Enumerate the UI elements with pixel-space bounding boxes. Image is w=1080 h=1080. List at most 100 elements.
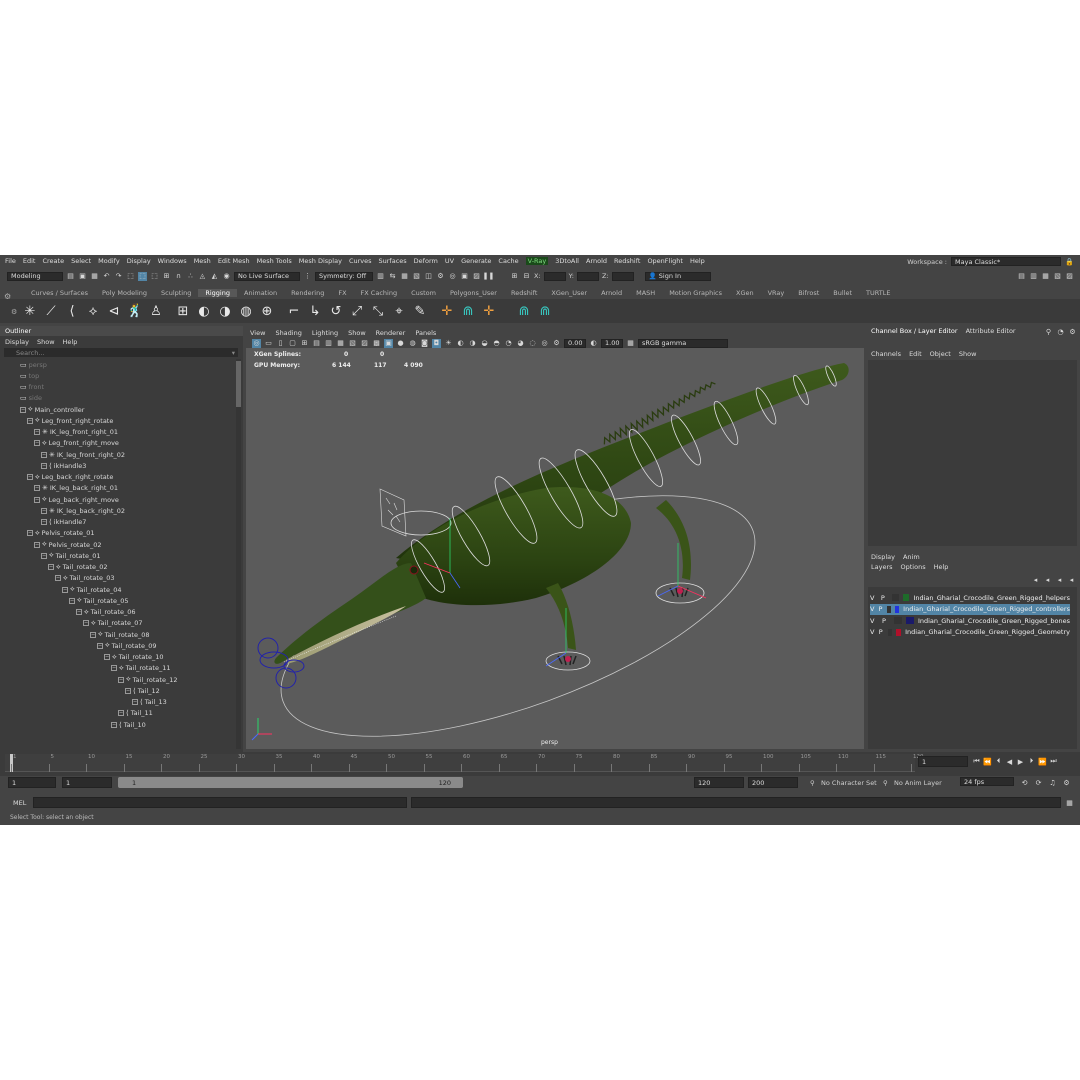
- antialiasing-icon[interactable]: ◓: [492, 339, 501, 348]
- input-output-icon[interactable]: ⇆: [388, 272, 397, 281]
- shelf-tab-animation[interactable]: Animation: [237, 289, 284, 297]
- y-field[interactable]: [576, 271, 599, 281]
- shelf-tab-bullet[interactable]: Bullet: [826, 289, 859, 297]
- motion-blur-icon[interactable]: ◒: [480, 339, 489, 348]
- command-language[interactable]: MEL: [13, 799, 26, 807]
- playback-toggle[interactable]: P: [882, 617, 890, 625]
- time-slider[interactable]: 1 5 10 15 20 25 30 35 40 45 50 55 60 65 70 75 80 85 90 95 10…: [0, 752, 1080, 776]
- expand-toggle-icon[interactable]: −: [41, 519, 47, 525]
- vray-frame-buffer-icon[interactable]: ▨: [472, 272, 481, 281]
- gamma-icon[interactable]: ◐: [589, 339, 598, 348]
- channel-box-toggle-icon[interactable]: ▧: [1053, 271, 1062, 280]
- viewport-menu-show[interactable]: Show: [348, 329, 366, 337]
- channel-menu-channels[interactable]: Channels: [871, 350, 901, 358]
- smooth-bind-icon[interactable]: ◐: [196, 303, 212, 319]
- layer-name[interactable]: Indian_Gharial_Crocodile_Green_Rigged_he…: [913, 594, 1070, 602]
- expand-toggle-icon[interactable]: −: [76, 609, 82, 615]
- outliner-item[interactable]: − ⟡ Tail_rotate_11: [111, 663, 171, 674]
- locator-icon[interactable]: ⊕: [259, 303, 275, 319]
- snap-surface-icon[interactable]: ◭: [210, 272, 219, 281]
- front-leg[interactable]: [545, 583, 591, 671]
- gear-icon[interactable]: ⚙: [1068, 327, 1077, 336]
- outliner-item[interactable]: − ⟨ Tail_10: [111, 719, 146, 730]
- menu-display[interactable]: Display: [127, 257, 151, 265]
- redo-icon[interactable]: ↷: [114, 272, 123, 281]
- pause-icon[interactable]: ❚❚: [483, 272, 495, 281]
- outliner-item[interactable]: − ⟡ Leg_back_right_move: [34, 494, 119, 505]
- expand-toggle-icon[interactable]: −: [34, 496, 40, 503]
- outliner-menu-show[interactable]: Show: [37, 338, 55, 346]
- display-type-toggle[interactable]: [886, 605, 891, 613]
- outliner-item[interactable]: − ⟡ Tail_rotate_04: [62, 584, 122, 595]
- layer-menu-options[interactable]: Options: [901, 563, 926, 571]
- default-material-icon[interactable]: ◍: [408, 339, 417, 348]
- layer-tab-display[interactable]: Display: [871, 553, 895, 561]
- outliner-item[interactable]: − ⟨ Tail_12: [125, 685, 160, 696]
- lock-toggle-icon[interactable]: ◔: [1056, 327, 1065, 336]
- menu-redshift[interactable]: Redshift: [614, 257, 640, 265]
- menu-v-ray[interactable]: V-Ray: [525, 256, 549, 265]
- shelf-tab-vray[interactable]: VRay: [761, 289, 792, 297]
- shelf-tab-curves-surfaces[interactable]: Curves / Surfaces: [24, 289, 95, 297]
- render-frame-icon[interactable]: ▦: [400, 272, 409, 281]
- character-set-label[interactable]: No Character Set: [821, 779, 877, 787]
- modeling-toolkit-icon[interactable]: ▤: [1017, 271, 1026, 280]
- menu-cache[interactable]: Cache: [498, 257, 518, 265]
- expand-toggle-icon[interactable]: −: [34, 485, 40, 492]
- snap-curve-icon[interactable]: ∩: [174, 272, 183, 281]
- blend-shape-icon[interactable]: ◍: [238, 303, 254, 319]
- outliner-item[interactable]: − ⟡ Tail_rotate_10: [104, 652, 164, 663]
- shelf-tab-sculpting[interactable]: Sculpting: [154, 289, 198, 297]
- viewport-menu-renderer[interactable]: Renderer: [376, 329, 406, 337]
- outliner-item[interactable]: − ✳ IK_leg_back_right_01: [34, 483, 118, 494]
- xray-joints-icon[interactable]: ◎: [540, 339, 549, 348]
- expand-toggle-icon[interactable]: −: [104, 654, 110, 660]
- custom-tool-b-icon[interactable]: ⋒: [537, 303, 553, 319]
- visibility-toggle[interactable]: V: [870, 617, 878, 625]
- undo-icon[interactable]: ↶: [102, 272, 111, 281]
- timeline-ruler[interactable]: 1 5 10 15 20 25 30 35 40 45 50 55 60 65 70 75 80 85 90 95 10…: [5, 754, 924, 772]
- outliner-item[interactable]: − ⟡ Leg_back_right_rotate: [27, 472, 113, 483]
- new-scene-icon[interactable]: ▤: [66, 272, 75, 281]
- auto-key-icon[interactable]: ⟲: [1020, 778, 1029, 787]
- viewport-menu-view[interactable]: View: [250, 329, 265, 337]
- channel-menu-object[interactable]: Object: [930, 350, 951, 358]
- menu-modify[interactable]: Modify: [98, 257, 120, 265]
- shelf-tab-xgen-user[interactable]: XGen_User: [544, 289, 594, 297]
- aim-constraint-icon[interactable]: ↳: [307, 303, 323, 319]
- expand-toggle-icon[interactable]: −: [41, 552, 47, 559]
- transform-mode-icon[interactable]: ⊞: [510, 272, 519, 281]
- render-settings-icon[interactable]: ⚙: [436, 272, 445, 281]
- outliner-item[interactable]: − ⟡ Tail_rotate_12: [118, 674, 178, 685]
- expand-toggle-icon[interactable]: −: [27, 474, 33, 480]
- go-to-end-icon[interactable]: ⏭: [1049, 757, 1058, 766]
- outliner-item[interactable]: − ⟡ Tail_rotate_02: [48, 562, 108, 573]
- display-layer-row[interactable]: V P Indian_Gharial_Crocodile_Green_Rigged_…: [870, 603, 1070, 615]
- expand-toggle-icon[interactable]: −: [41, 462, 47, 469]
- outliner-item[interactable]: − ⟡ Tail_rotate_01: [41, 550, 101, 561]
- tool-settings-toggle-icon[interactable]: ▦: [1041, 271, 1050, 280]
- textured-icon[interactable]: ◘: [432, 338, 441, 348]
- menu-mesh-display[interactable]: Mesh Display: [299, 257, 342, 265]
- channel-menu-show[interactable]: Show: [959, 350, 977, 358]
- menu-uv[interactable]: UV: [445, 257, 454, 265]
- ambient-occlusion-icon[interactable]: ◑: [468, 339, 477, 348]
- menu-select[interactable]: Select: [71, 257, 91, 265]
- start-time-field[interactable]: 1: [8, 777, 56, 788]
- mirror-joint-icon[interactable]: ⟡: [85, 303, 101, 319]
- outliner-item[interactable]: ▭ side: [20, 393, 42, 404]
- shelf-tab-polygons-user[interactable]: Polygons_User: [443, 289, 504, 297]
- layer-name[interactable]: Indian_Gharial_Crocodile_Green_Rigged_Ge…: [905, 628, 1070, 636]
- lock-icon[interactable]: 🔒: [1065, 257, 1074, 266]
- outliner-item[interactable]: − ✳ IK_leg_front_right_02: [41, 449, 125, 460]
- resolution-gate-icon[interactable]: ▥: [324, 339, 333, 348]
- outliner-item[interactable]: − ⟡ Tail_rotate_03: [55, 573, 115, 584]
- outliner-item[interactable]: − ⟡ Leg_front_right_move: [34, 438, 119, 449]
- display-layer-row[interactable]: V P Indian_Gharial_Crocodile_Green_Rigged_…: [870, 592, 1070, 603]
- move-layer-down-icon[interactable]: ◂: [1043, 575, 1052, 584]
- wireframe-icon[interactable]: ▣: [384, 338, 393, 348]
- expand-toggle-icon[interactable]: −: [34, 440, 40, 447]
- shelf-tab-custom[interactable]: Custom: [404, 289, 443, 297]
- snap-point-icon[interactable]: ∴: [186, 272, 195, 281]
- ik-spline-icon[interactable]: ⟨: [64, 303, 80, 319]
